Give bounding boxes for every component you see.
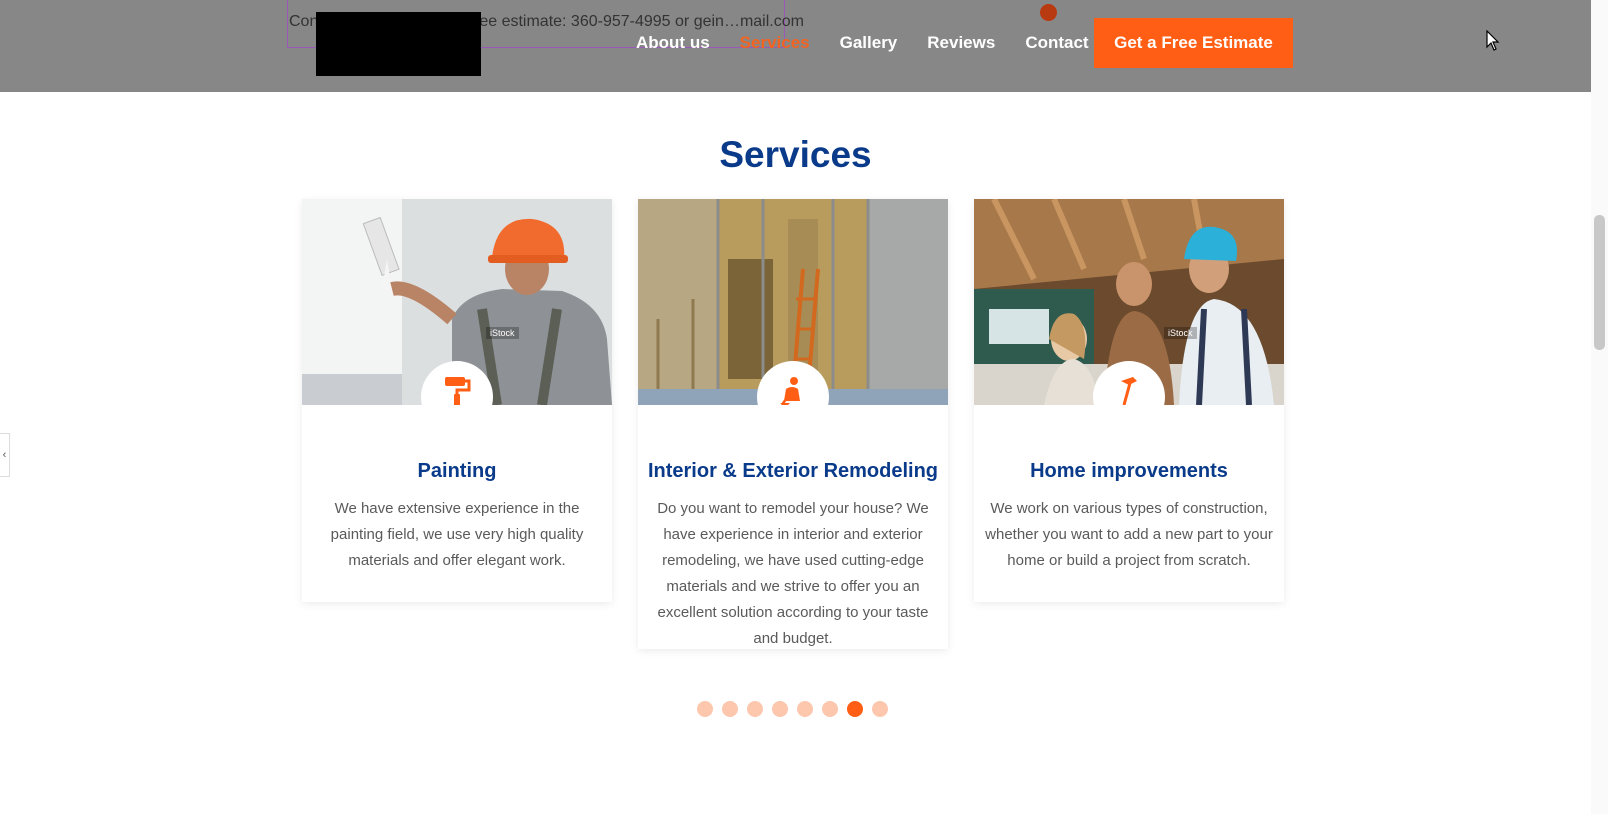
paint-roller-icon (445, 377, 471, 405)
nav-services[interactable]: Services (740, 33, 810, 53)
worker-digging-icon (780, 377, 800, 405)
notification-dot (1040, 4, 1057, 21)
nav-reviews[interactable]: Reviews (927, 33, 995, 53)
card-description: We work on various types of construction… (985, 500, 1273, 569)
carousel-dot[interactable] (697, 701, 713, 717)
istock-watermark: iStock (1164, 327, 1197, 339)
card-title: Painting (417, 460, 497, 482)
nav-gallery[interactable]: Gallery (840, 33, 898, 53)
scrollbar-track[interactable] (1591, 0, 1608, 814)
card-title: Interior & Exterior Remodeling (647, 460, 939, 482)
carousel-dot[interactable] (872, 701, 888, 717)
mouse-cursor-icon (1486, 30, 1500, 51)
carousel-pagination (697, 701, 888, 717)
carousel-dot[interactable] (747, 701, 763, 717)
service-card-painting[interactable]: iStock Painting We have extensive experi… (302, 199, 612, 602)
carousel-dot[interactable] (722, 701, 738, 717)
free-estimate-button[interactable]: Get a Free Estimate (1094, 18, 1293, 68)
istock-watermark: iStock (486, 327, 519, 339)
hammer-icon (1121, 377, 1137, 405)
card-title: Home improvements (1030, 460, 1228, 482)
remodeling-image (638, 199, 948, 405)
main-nav: About us Services Gallery Reviews Contac… (636, 33, 1089, 53)
painting-image: iStock (302, 199, 612, 405)
services-title: Services (719, 134, 872, 175)
nav-about-us[interactable]: About us (636, 33, 710, 53)
carousel-dot[interactable] (772, 701, 788, 717)
side-collapse-tab[interactable]: ‹ (0, 433, 10, 477)
site-logo[interactable] (316, 12, 481, 76)
carousel-dot[interactable] (822, 701, 838, 717)
card-description: Do you want to remodel your house? We ha… (657, 500, 929, 647)
home-improvements-image: iStock (974, 199, 1284, 405)
service-card-home-improvements[interactable]: iStock Home improvements We work on vari… (974, 199, 1284, 602)
service-card-remodeling[interactable]: Interior & Exterior Remodeling Do you wa… (638, 199, 948, 649)
carousel-dot[interactable] (847, 701, 863, 717)
card-description: We have extensive experience in the pain… (330, 500, 584, 569)
carousel-dot[interactable] (797, 701, 813, 717)
scrollbar-thumb[interactable] (1594, 215, 1605, 350)
site-header: Contact us to schedule a free estimate: … (0, 0, 1591, 92)
nav-contact[interactable]: Contact (1025, 33, 1088, 53)
